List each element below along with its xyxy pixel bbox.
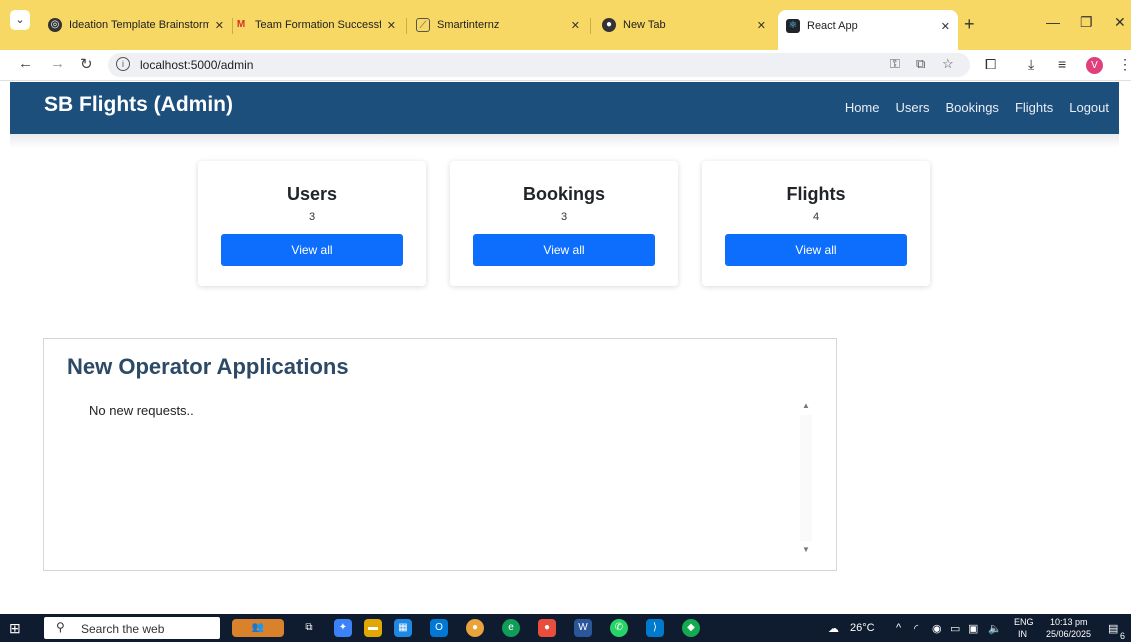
view-all-users-button[interactable]: View all [221,234,403,266]
weather-temp[interactable]: 26°C [850,622,875,634]
search-icon: ⚲ [56,620,65,634]
chrome-icon: ● [602,18,616,32]
section-title: New Operator Applications [67,354,349,379]
card-title: Bookings [522,184,605,204]
battery-icon[interactable]: ▭ [950,622,960,635]
windows-start-icon[interactable]: ⊞ [9,620,21,637]
scroll-down-arrow-icon[interactable]: ▼ [802,545,810,554]
task-view-icon[interactable]: ⧉ [300,619,318,637]
app-navbar: SB Flights (Admin) Home Users Bookings F… [10,82,1119,134]
view-all-bookings-button[interactable]: View all [473,234,655,266]
clock-date[interactable]: 25/06/2025 [1046,629,1091,639]
file-explorer-icon[interactable]: ▬ [364,619,382,637]
nav-flights[interactable]: Flights [1015,100,1053,115]
whatsapp-icon[interactable]: ✆ [610,619,628,637]
tab-ideation-template[interactable]: ◎ Ideation Template Brainstorm ✕ [40,9,232,41]
scrollbar-track[interactable] [800,415,812,541]
extensions-icon[interactable]: ⧠ [985,56,996,73]
nav-links: Home Users Bookings Flights Logout [845,100,1109,115]
tab-team-formation[interactable]: M Team Formation Successful ✕ [226,9,404,41]
back-arrow-icon[interactable]: ← [18,55,33,72]
browser-toolbar: ← → ↻ i localhost:5000/admin ⚿ ⧉ ☆ ⧠ ⤓ ≡… [0,50,1131,81]
address-bar[interactable]: i localhost:5000/admin ⚿ ⧉ ☆ [108,53,970,77]
target-icon: ◎ [48,18,62,32]
new-tab-plus-icon[interactable]: + [964,14,975,35]
card-count: 3 [560,211,568,223]
tab-smartinternz[interactable]: ⟋ Smartinternz ✕ [408,9,588,41]
notification-center-icon[interactable]: ▤ [1108,622,1118,635]
vscode-icon[interactable]: ⟩ [646,619,664,637]
reload-icon[interactable]: ↻ [80,55,93,73]
operator-applications-panel: New Operator Applications No new request… [43,338,837,571]
browser-menu-icon[interactable]: ⋮ [1118,56,1131,73]
notification-count: 6 [1120,631,1126,641]
meet-icon[interactable]: ▣ [968,622,978,635]
card-count: 3 [308,211,316,223]
network-icon[interactable]: ◉ [932,622,942,635]
copilot-icon[interactable]: ✦ [334,619,352,637]
nav-logout[interactable]: Logout [1069,100,1109,115]
brand-title[interactable]: SB Flights (Admin) [44,93,233,117]
url-text: localhost:5000/admin [140,58,254,72]
close-icon[interactable]: ✕ [571,19,580,32]
reading-list-icon[interactable]: ≡ [1058,56,1066,72]
tab-react-app[interactable]: ⚛ React App ✕ [778,10,958,50]
empty-message: No new requests.. [89,403,194,418]
smartinternz-icon: ⟋ [416,18,430,32]
site-info-icon[interactable]: i [116,57,130,71]
chrome-taskbar-icon[interactable]: ● [466,619,484,637]
window-close-icon[interactable]: ✕ [1114,14,1126,31]
view-all-flights-button[interactable]: View all [725,234,907,266]
weather-icon[interactable]: ☁ [828,622,839,635]
tab-new-tab[interactable]: ● New Tab ✕ [594,9,774,41]
close-icon[interactable]: ✕ [387,19,396,32]
download-icon[interactable]: ⤓ [1028,56,1034,73]
tab-divider [590,18,591,34]
outlook-icon[interactable]: O [430,619,448,637]
bookings-card: Bookings 3 View all [450,161,678,286]
flights-card: Flights 4 View all [702,161,930,286]
wifi-icon[interactable]: ◜ [914,622,918,635]
nav-home[interactable]: Home [845,100,880,115]
close-icon[interactable]: ✕ [215,19,224,32]
profile-avatar[interactable]: V [1086,57,1103,74]
nav-bookings[interactable]: Bookings [945,100,998,115]
language-code[interactable]: ENG [1014,617,1034,627]
people-widget-icon[interactable]: 👥 [232,619,284,637]
taskbar-search-box[interactable]: ⚲ Search the web [44,617,220,639]
password-key-icon[interactable]: ⚿ [890,56,900,72]
scroll-up-arrow-icon[interactable]: ▲ [802,401,810,410]
chrome-profile-icon[interactable]: ● [538,619,556,637]
close-icon[interactable]: ✕ [757,19,766,32]
volume-icon[interactable]: 🔈 [988,622,1002,635]
card-title: Flights [786,184,846,204]
card-title: Users [286,184,338,204]
edge-icon[interactable]: e [502,619,520,637]
tab-divider [406,18,407,34]
store-icon[interactable]: ▦ [394,619,412,637]
tab-search-chevron-icon[interactable]: ⌄ [10,10,30,30]
language-region[interactable]: IN [1018,629,1027,639]
bookmark-star-icon[interactable]: ☆ [942,56,954,72]
forward-arrow-icon[interactable]: → [50,55,65,72]
close-icon[interactable]: ✕ [941,20,950,33]
clock-time[interactable]: 10:13 pm [1050,617,1088,627]
tray-chevron-icon[interactable]: ^ [896,622,901,634]
cast-icon[interactable]: ⧉ [916,56,925,72]
browser-tab-strip: ⌄ ◎ Ideation Template Brainstorm ✕ M Tea… [0,0,1131,50]
nav-users[interactable]: Users [896,100,930,115]
word-icon[interactable]: W [574,619,592,637]
restore-icon[interactable]: ❐ [1080,14,1093,31]
react-icon: ⚛ [786,19,800,33]
mongodb-icon[interactable]: ◆ [682,619,700,637]
minimize-icon[interactable]: — [1046,14,1060,30]
gmail-icon: M [236,19,246,30]
card-count: 4 [812,211,820,223]
windows-taskbar: ⊞ ⚲ Search the web 👥 ⧉ ✦ ▬ ▦ O ● e ● W ✆… [0,614,1131,642]
navbar-shadow [10,134,1119,148]
users-card: Users 3 View all [198,161,426,286]
